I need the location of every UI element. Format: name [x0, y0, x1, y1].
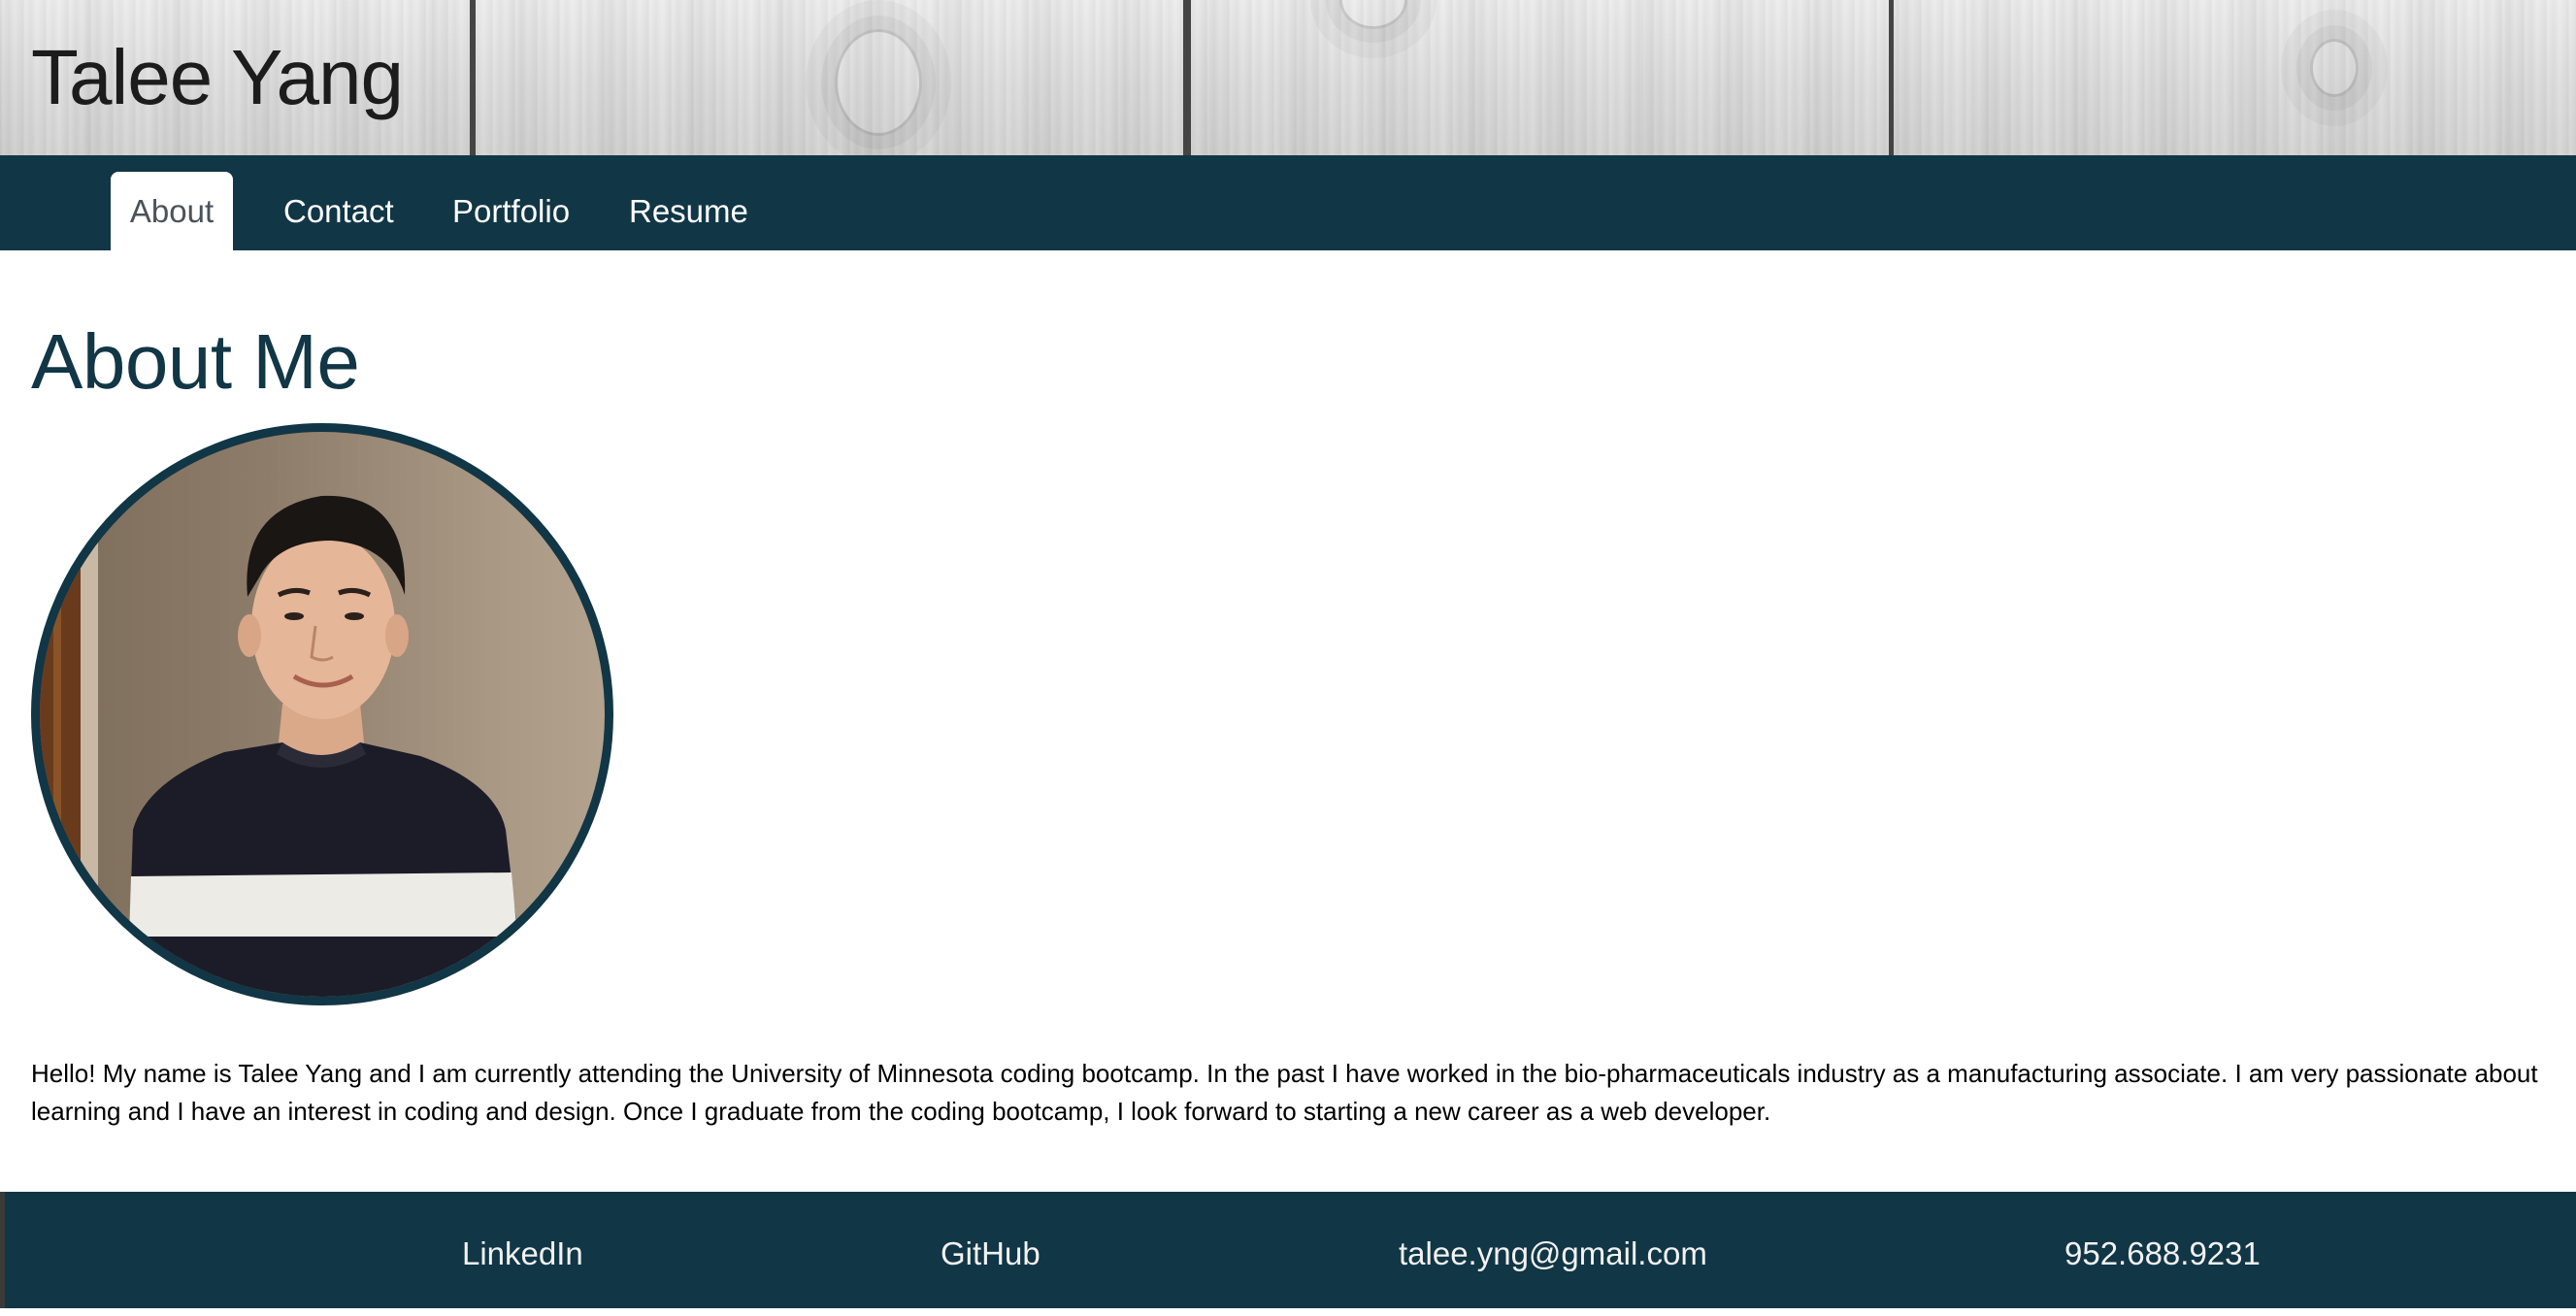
- page-title: About Me: [31, 318, 360, 405]
- site-title: Talee Yang: [31, 34, 404, 120]
- wood-knot: [1339, 0, 1407, 29]
- bio-paragraph: Hello! My name is Talee Yang and I am cu…: [31, 1059, 2538, 1126]
- wood-knot: [835, 29, 922, 136]
- face: [251, 533, 395, 719]
- sweater: [127, 742, 525, 997]
- site-header: Talee Yang: [0, 0, 2576, 155]
- door-trim: [81, 490, 98, 997]
- ear-right: [385, 614, 409, 657]
- main-nav: About Contact Portfolio Resume: [0, 155, 2576, 250]
- wood-plank-seam: [470, 0, 476, 155]
- tab-portfolio[interactable]: Portfolio: [452, 172, 570, 250]
- wood-plank-seam: [1183, 0, 1191, 155]
- phone-link[interactable]: 952.688.9231: [2064, 1192, 2261, 1308]
- eye-left: [284, 612, 304, 620]
- wood-plank-seam: [1889, 0, 1894, 155]
- site-footer: LinkedIn GitHub talee.yng@gmail.com 952.…: [0, 1192, 2576, 1308]
- ear-left: [238, 614, 261, 657]
- door-frame-highlight: [53, 500, 61, 995]
- github-link[interactable]: GitHub: [941, 1192, 1040, 1308]
- sweater-stripe: [129, 872, 517, 937]
- tab-about[interactable]: About: [111, 172, 233, 250]
- tab-contact[interactable]: Contact: [283, 172, 394, 250]
- email-link[interactable]: talee.yng@gmail.com: [1399, 1192, 1707, 1308]
- profile-photo-icon: [40, 490, 525, 997]
- linkedin-link[interactable]: LinkedIn: [462, 1192, 583, 1308]
- wood-knot: [2310, 39, 2359, 97]
- eye-right: [345, 612, 364, 620]
- tab-resume[interactable]: Resume: [629, 172, 748, 250]
- profile-photo: [31, 423, 613, 1005]
